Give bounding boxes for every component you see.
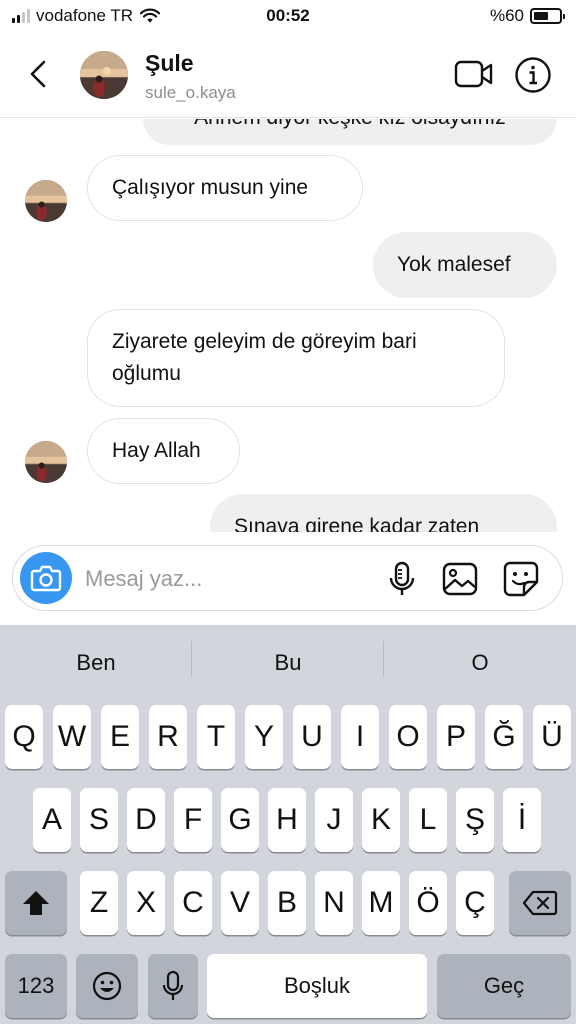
gallery-button[interactable]	[441, 560, 479, 598]
predictive-bar: Ben Bu O	[0, 625, 576, 701]
shift-icon	[23, 891, 49, 915]
key-g[interactable]: G	[221, 788, 259, 852]
key-i[interactable]: I	[341, 705, 379, 769]
key-u-umlaut[interactable]: Ü	[533, 705, 571, 769]
message-bubble-incoming[interactable]: Çalışıyor musun yine	[87, 155, 363, 221]
avatar-photo	[80, 51, 128, 99]
dictation-key[interactable]	[148, 954, 198, 1018]
key-c-cedilla[interactable]: Ç	[456, 871, 494, 935]
space-key[interactable]: Boşluk	[207, 954, 427, 1018]
contact-username[interactable]: sule_o.kaya	[145, 83, 236, 103]
status-right: %60	[489, 6, 565, 26]
conversation-header: Şule sule_o.kaya	[0, 34, 576, 118]
message-text: Annem diyor keşke kız olsaydınız	[194, 119, 506, 134]
battery-level	[534, 12, 549, 20]
message-text-line-1: Ziyarete geleyim de göreyim bari	[112, 330, 417, 353]
key-s-cedilla[interactable]: Ş	[456, 788, 494, 852]
emoji-key[interactable]	[76, 954, 138, 1018]
key-f[interactable]: F	[174, 788, 212, 852]
message-text: Yok malesef	[397, 253, 511, 276]
key-e[interactable]: E	[101, 705, 139, 769]
message-bubble-outgoing[interactable]: Sınava girene kadar zaten	[210, 494, 557, 532]
sender-avatar[interactable]	[25, 441, 67, 483]
key-w[interactable]: W	[53, 705, 91, 769]
contact-avatar[interactable]	[80, 51, 128, 99]
key-b[interactable]: B	[268, 871, 306, 935]
camera-button[interactable]	[20, 552, 72, 604]
back-button[interactable]	[22, 56, 54, 92]
backspace-icon	[522, 890, 558, 916]
emoji-icon	[92, 971, 122, 1001]
key-o[interactable]: O	[389, 705, 427, 769]
key-h[interactable]: H	[268, 788, 306, 852]
message-bubble-incoming[interactable]: Hay Allah	[87, 418, 240, 484]
key-j[interactable]: J	[315, 788, 353, 852]
key-o-umlaut[interactable]: Ö	[409, 871, 447, 935]
message-text: Çalışıyor musun yine	[112, 176, 309, 199]
avatar-photo	[25, 441, 67, 483]
battery-icon	[530, 8, 565, 24]
key-d[interactable]: D	[127, 788, 165, 852]
key-u[interactable]: U	[293, 705, 331, 769]
status-bar: vodafone TR 00:52 %60	[0, 0, 576, 34]
message-text-line-2: oğlumu	[112, 362, 181, 385]
message-text: Hay Allah	[112, 439, 201, 462]
suggestion[interactable]: O	[384, 625, 576, 701]
key-m[interactable]: M	[362, 871, 400, 935]
key-l[interactable]: L	[409, 788, 447, 852]
message-input[interactable]	[85, 560, 365, 598]
dm-screen: vodafone TR 00:52 %60 Şule sule_o.kaya Ç…	[0, 0, 576, 1024]
info-button[interactable]	[514, 56, 552, 94]
suggestion[interactable]: Ben	[0, 625, 192, 701]
delete-key[interactable]	[509, 871, 571, 935]
return-key[interactable]: Geç	[437, 954, 571, 1018]
keyboard: Ben Bu O Q W E R T Y U I O P Ğ Ü A S D F…	[0, 625, 576, 1024]
sticker-button[interactable]	[502, 560, 540, 598]
sender-avatar[interactable]	[25, 180, 67, 222]
key-a[interactable]: A	[33, 788, 71, 852]
shift-key[interactable]	[5, 871, 67, 935]
key-v[interactable]: V	[221, 871, 259, 935]
contact-name[interactable]: Şule	[145, 50, 194, 77]
key-s[interactable]: S	[80, 788, 118, 852]
key-p[interactable]: P	[437, 705, 475, 769]
message-bubble-incoming[interactable]: Ziyarete geleyim de göreyim bari oğlumu	[87, 309, 505, 407]
camera-icon	[30, 565, 62, 592]
video-call-button[interactable]	[454, 58, 494, 90]
message-bubble-outgoing[interactable]: Yok malesef	[373, 232, 557, 298]
key-r[interactable]: R	[149, 705, 187, 769]
microphone-icon	[162, 970, 184, 1000]
key-n[interactable]: N	[315, 871, 353, 935]
key-g-breve[interactable]: Ğ	[485, 705, 523, 769]
key-t[interactable]: T	[197, 705, 235, 769]
key-x[interactable]: X	[127, 871, 165, 935]
message-text: Sınava girene kadar zaten	[234, 515, 480, 532]
avatar-photo	[25, 180, 67, 222]
suggestion[interactable]: Bu	[192, 625, 384, 701]
message-composer	[12, 545, 563, 611]
message-bubble-outgoing[interactable]: Annem diyor keşke kız olsaydınız	[143, 119, 557, 145]
key-z[interactable]: Z	[80, 871, 118, 935]
key-k[interactable]: K	[362, 788, 400, 852]
key-q[interactable]: Q	[5, 705, 43, 769]
numbers-key[interactable]: 123	[5, 954, 67, 1018]
battery-percent: %60	[489, 6, 524, 25]
key-i-dotted[interactable]: İ	[503, 788, 541, 852]
message-thread[interactable]: Annem diyor keşke kız olsaydınız Çalışıy…	[0, 119, 576, 532]
key-c[interactable]: C	[174, 871, 212, 935]
key-y[interactable]: Y	[245, 705, 283, 769]
voice-message-button[interactable]	[383, 560, 421, 598]
